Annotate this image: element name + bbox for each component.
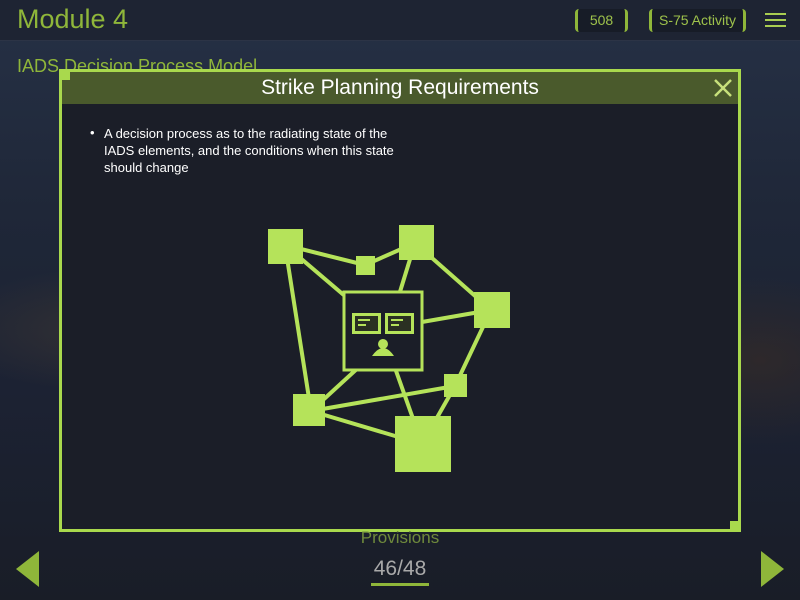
module-title: Module 4 (17, 4, 129, 34)
square-node-icon (399, 225, 434, 260)
iads-network-diagram (268, 225, 510, 472)
square-node-icon (268, 229, 303, 264)
left-arrow-icon[interactable] (16, 551, 39, 587)
square-node-icon (474, 292, 510, 328)
score-badge: 508 (575, 9, 628, 32)
page-indicator: 46/48 (373, 557, 427, 580)
activity-button[interactable]: S-75 Activity (649, 9, 746, 32)
right-arrow-icon[interactable] (761, 551, 784, 587)
hamburger-menu-icon[interactable] (765, 12, 786, 28)
square-node-icon (293, 394, 325, 426)
square-node-icon (356, 256, 375, 275)
modal-dialog: Strike Planning Requirements • A decisio… (59, 69, 741, 532)
corner-decoration (61, 71, 70, 80)
operator-at-console-icon (342, 290, 424, 372)
provisions-label: Provisions (360, 528, 440, 547)
square-node-icon (395, 416, 451, 472)
page-indicator-underline (371, 583, 429, 586)
square-node-icon (444, 374, 467, 397)
